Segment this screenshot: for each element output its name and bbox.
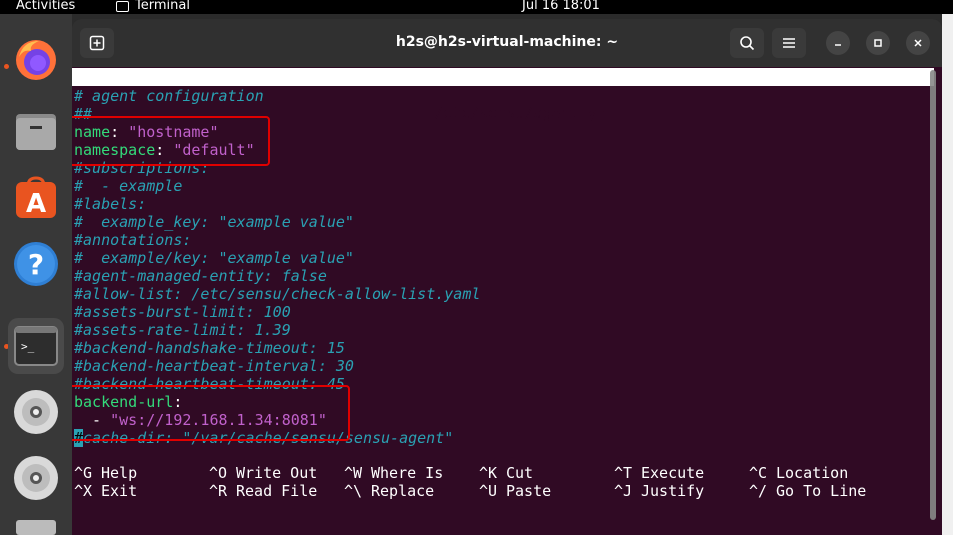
- nano-title-bar: GNU nano 6.2 /etc/sensu/agent.yml: [72, 68, 934, 122]
- shortcut-item[interactable]: ^G Help: [74, 464, 137, 482]
- shortcut-key: ^/: [749, 482, 768, 500]
- minimize-button[interactable]: [826, 31, 850, 55]
- shortcut-key: ^J: [614, 482, 633, 500]
- svg-text:>_: >_: [21, 340, 35, 353]
- ubuntu-software-icon[interactable]: A: [8, 170, 64, 226]
- editor-line: # - example: [74, 177, 480, 195]
- editor-line: #backend-heartbeat-interval: 30: [74, 357, 480, 375]
- shortcut-label: Where Is: [371, 464, 444, 482]
- terminal-icon: [116, 1, 129, 12]
- maximize-button[interactable]: [866, 31, 890, 55]
- top-bar: Activities Terminal Jul 16 18:01: [0, 0, 953, 14]
- shortcut-item[interactable]: ^W Where Is: [344, 464, 443, 482]
- shortcut-label: Paste: [506, 482, 552, 500]
- maximize-icon: [874, 39, 882, 47]
- app-menu[interactable]: Terminal: [116, 0, 190, 13]
- editor-line: #annotations:: [74, 231, 480, 249]
- shortcut-item[interactable]: ^T Execute: [614, 464, 704, 482]
- shortcut-label: Cut: [506, 464, 534, 482]
- shortcut-item[interactable]: ^K Cut: [479, 464, 533, 482]
- files-icon[interactable]: [8, 104, 64, 160]
- firefox-icon[interactable]: [8, 32, 64, 88]
- shortcut-label: Location: [776, 464, 849, 482]
- shortcut-item[interactable]: ^R Read File: [209, 482, 317, 500]
- shortcut-label: Write Out: [236, 464, 318, 482]
- terminal-window: h2s@h2s-virtual-machine: ~ GNU nano 6.2 …: [72, 19, 942, 535]
- shortcut-label: Replace: [371, 482, 435, 500]
- highlight-box-backend-url: [72, 385, 350, 441]
- close-icon: [914, 39, 922, 47]
- shortcut-key: ^R: [209, 482, 228, 500]
- clock[interactable]: Jul 16 18:01: [522, 0, 600, 13]
- shortcut-key: ^\: [344, 482, 363, 500]
- shortcut-item[interactable]: ^U Paste: [479, 482, 551, 500]
- header-bar: h2s@h2s-virtual-machine: ~: [72, 19, 942, 67]
- shortcut-item[interactable]: ^O Write Out: [209, 464, 317, 482]
- help-icon[interactable]: ?: [8, 236, 64, 292]
- shortcut-item[interactable]: ^/ Go To Line: [749, 482, 866, 500]
- code-token: #allow-list: /etc/sensu/check-allow-list…: [74, 285, 481, 303]
- editor-line: #labels:: [74, 195, 480, 213]
- terminal-dock-icon[interactable]: >_: [8, 318, 64, 374]
- editor-line: # agent configuration: [74, 87, 480, 105]
- close-button[interactable]: [906, 31, 930, 55]
- hamburger-icon: [783, 38, 795, 48]
- code-token: # agent configuration: [74, 87, 264, 105]
- svg-text:A: A: [26, 189, 46, 219]
- editor-line: # example/key: "example value": [74, 249, 480, 267]
- menu-button[interactable]: [772, 28, 806, 58]
- code-token: # - example: [74, 177, 183, 195]
- shortcut-key: ^U: [479, 482, 498, 500]
- svg-text:?: ?: [28, 248, 44, 281]
- editor-line: #agent-managed-entity: false: [74, 267, 480, 285]
- code-token: #annotations:: [74, 231, 192, 249]
- editor-line: #assets-rate-limit: 1.39: [74, 321, 480, 339]
- shortcut-key: ^O: [209, 464, 228, 482]
- scrollbar[interactable]: [930, 70, 936, 520]
- shortcut-key: ^X: [74, 482, 93, 500]
- shortcut-key: ^K: [479, 464, 498, 482]
- shortcut-label: Execute: [641, 464, 705, 482]
- activities-button[interactable]: Activities: [16, 0, 75, 13]
- desktop-background: [942, 14, 953, 535]
- shortcut-key: ^C: [749, 464, 768, 482]
- search-button[interactable]: [730, 28, 764, 58]
- shortcut-label: Help: [101, 464, 138, 482]
- shortcut-item[interactable]: ^J Justify: [614, 482, 704, 500]
- dvd-drive-icon[interactable]: [8, 450, 64, 506]
- shortcut-label: Exit: [101, 482, 138, 500]
- editor-line: # example_key: "example value": [74, 213, 480, 231]
- dvd-drive-icon[interactable]: [8, 384, 64, 440]
- code-token: #assets-rate-limit: 1.39: [74, 321, 291, 339]
- window-title: h2s@h2s-virtual-machine: ~: [395, 34, 619, 50]
- shortcut-label: Read File: [236, 482, 318, 500]
- app-name: Terminal: [135, 0, 190, 13]
- code-token: #labels:: [74, 195, 147, 213]
- code-token: # example/key: "example value": [74, 249, 354, 267]
- search-icon: [740, 36, 755, 51]
- code-token: # example_key: "example value": [74, 213, 354, 231]
- code-token: #assets-burst-limit: 100: [74, 303, 291, 321]
- shortcut-key: ^T: [614, 464, 633, 482]
- editor-line: #assets-burst-limit: 100: [74, 303, 480, 321]
- shortcut-label: Go To Line: [776, 482, 867, 500]
- shortcut-key: ^W: [344, 464, 363, 482]
- drive-icon[interactable]: [8, 516, 64, 535]
- shortcut-label: Justify: [641, 482, 705, 500]
- code-token: #backend-heartbeat-interval: 30: [74, 357, 354, 375]
- shortcut-item[interactable]: ^X Exit: [74, 482, 137, 500]
- code-token: #backend-handshake-timeout: 15: [74, 339, 345, 357]
- editor-line: #backend-handshake-timeout: 15: [74, 339, 480, 357]
- code-token: #agent-managed-entity: false: [74, 267, 327, 285]
- editor-line: #allow-list: /etc/sensu/check-allow-list…: [74, 285, 480, 303]
- shortcut-item[interactable]: ^\ Replace: [344, 482, 434, 500]
- minimize-icon: [835, 44, 841, 46]
- shortcut-item[interactable]: ^C Location: [749, 464, 848, 482]
- dock: A ? >_: [0, 14, 72, 535]
- highlight-box-name-namespace: [72, 116, 270, 166]
- shortcut-key: ^G: [74, 464, 93, 482]
